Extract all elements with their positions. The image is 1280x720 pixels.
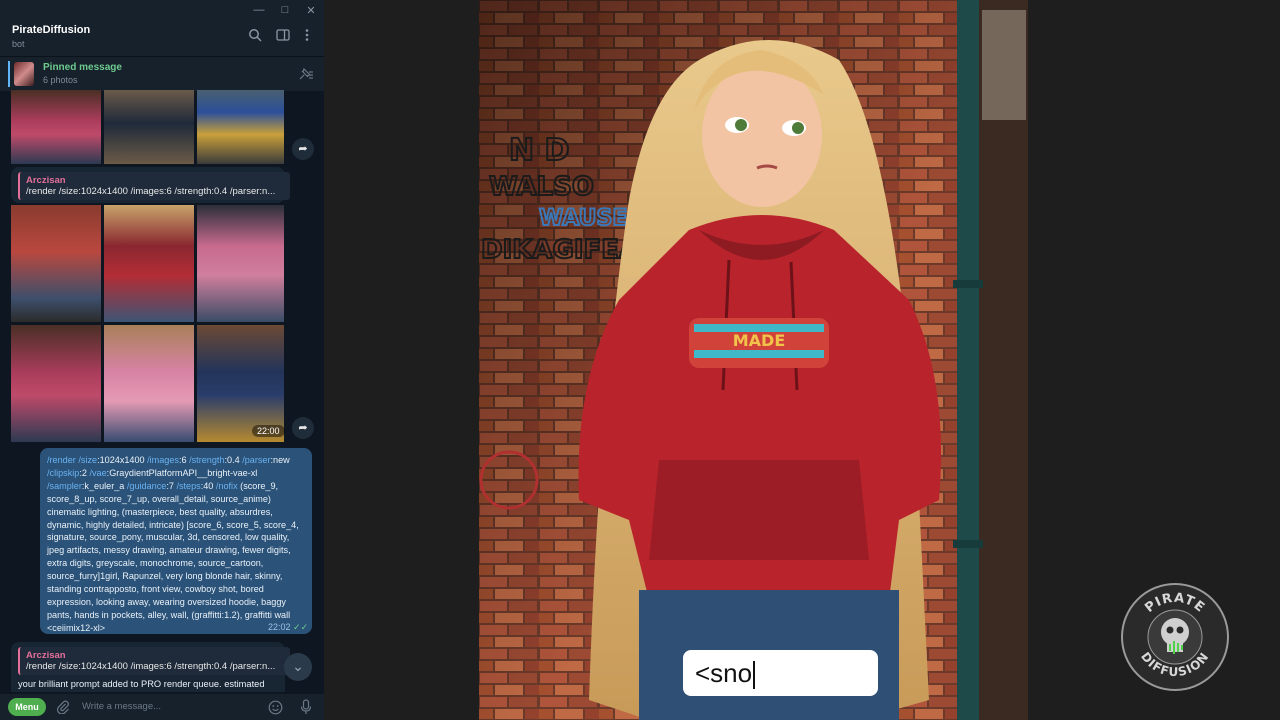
forward-icon[interactable]: ➦	[292, 417, 314, 439]
text-token: :GraydientPlatformAPI__bright-vae-xl	[106, 467, 258, 478]
caption-text: <sno	[695, 658, 753, 688]
bot-reply-text: your brilliant prompt added to PRO rende…	[18, 679, 265, 689]
message-list[interactable]: ➦ Arczisan /render /size:1024x1400 /imag…	[0, 90, 324, 692]
more-options-icon[interactable]	[300, 28, 314, 42]
telegram-window: — □ ✕ PirateDiffusion bot Pinned message…	[0, 0, 324, 720]
chat-header[interactable]: PirateDiffusion bot	[0, 20, 324, 56]
text-token: :6	[178, 455, 190, 465]
reply-quote[interactable]: Arczisan /render /size:1024x1400 /images…	[18, 647, 290, 675]
quote-text: /render /size:1024x1400 /images:6 /stren…	[26, 186, 276, 197]
outgoing-message-text: /render /size:1024x1400 /images:6 /stren…	[47, 454, 305, 635]
prompt-body: score_8_up, score_7_up, overall_detail, …	[47, 493, 299, 633]
forward-icon[interactable]: ➦	[292, 138, 314, 160]
message-composer: Menu Write a message...	[0, 694, 324, 720]
chat-name: PirateDiffusion	[12, 24, 91, 36]
command-token: /steps	[176, 480, 201, 491]
album-photo[interactable]	[11, 205, 101, 322]
command-token: /nofix	[215, 480, 238, 491]
outgoing-time: 22:02 ✓✓	[268, 622, 308, 633]
text-token: :40	[200, 480, 216, 491]
emoji-icon[interactable]	[268, 700, 283, 715]
pirate-diffusion-logo: PIRATE DIFFUSION	[1121, 583, 1229, 691]
album-photo[interactable]	[197, 90, 284, 164]
read-ticks-icon: ✓✓	[293, 622, 309, 632]
album-photo[interactable]	[11, 325, 101, 442]
command-token: /guidance	[126, 480, 167, 491]
command-token: /size	[78, 455, 98, 465]
reply-quote[interactable]: Arczisan /render /size:1024x1400 /images…	[18, 172, 290, 200]
text-token: :new	[270, 455, 290, 465]
album-time: 22:00	[252, 425, 285, 437]
album-photo[interactable]	[104, 205, 194, 322]
command-token: /vae	[89, 467, 107, 478]
pinned-title: Pinned message	[43, 62, 122, 73]
typing-caption: <sno	[683, 650, 878, 696]
chat-subtitle: bot	[12, 39, 25, 49]
text-token: :1024x1400	[97, 455, 148, 465]
face	[702, 63, 822, 207]
pinned-count: 6 photos	[43, 75, 78, 85]
command-token: /sampler	[47, 480, 82, 491]
album-photo[interactable]	[11, 90, 101, 164]
sidebar-toggle-icon[interactable]	[276, 28, 290, 42]
window-titlebar: — □ ✕	[0, 0, 324, 20]
text-caret	[753, 661, 756, 690]
scroll-down-button[interactable]: ⌄	[284, 653, 312, 681]
command-token: /parser	[242, 455, 271, 465]
close-button[interactable]: ✕	[298, 4, 324, 17]
album-photo[interactable]	[104, 325, 194, 442]
quote-author: Arczisan	[26, 175, 66, 186]
drain-pipe	[957, 0, 979, 720]
menu-button[interactable]: Menu	[8, 698, 46, 716]
text-token: :2	[79, 467, 90, 478]
command-token: /render	[47, 455, 76, 465]
command-token: /clipskip	[47, 467, 80, 478]
attach-icon[interactable]	[56, 700, 70, 714]
text-token: :0.4	[224, 455, 243, 465]
hoodie-print-text: MADE	[733, 331, 786, 350]
pinned-list-icon[interactable]	[298, 67, 314, 81]
text-token: :k_euler_a	[81, 480, 127, 491]
album-photo[interactable]	[197, 205, 284, 322]
command-token: /images	[147, 455, 179, 465]
pinned-indicator	[8, 61, 10, 87]
pinned-message-bar[interactable]: Pinned message 6 photos	[0, 56, 324, 91]
search-icon[interactable]	[248, 28, 262, 42]
pinned-thumbnail	[14, 62, 34, 86]
graffiti-text: WALSO	[489, 172, 594, 202]
hoodie-pocket	[649, 460, 869, 560]
pipe-bracket	[953, 280, 983, 288]
command-token: /strength	[189, 455, 225, 465]
maximize-button[interactable]: □	[272, 4, 298, 16]
pipe-bracket	[953, 540, 983, 548]
generated-artwork: N D WALSO WAUSE DIKAGIFEAT MADE	[479, 0, 1028, 720]
outgoing-time-text: 22:02	[268, 622, 291, 632]
quote-text: /render /size:1024x1400 /images:6 /stren…	[26, 661, 276, 672]
microphone-icon[interactable]	[300, 699, 312, 715]
graffiti-text: WAUSE	[539, 206, 627, 231]
text-token: (score_9,	[237, 480, 279, 491]
minimize-button[interactable]: —	[246, 4, 272, 16]
graffiti-text: N D	[509, 133, 569, 168]
quote-author: Arczisan	[26, 650, 66, 661]
sky-gap	[982, 10, 1026, 120]
message-time: 22:00	[252, 425, 285, 437]
text-token: :7	[166, 480, 177, 491]
album-photo[interactable]	[104, 90, 194, 164]
message-input[interactable]: Write a message...	[82, 701, 161, 712]
